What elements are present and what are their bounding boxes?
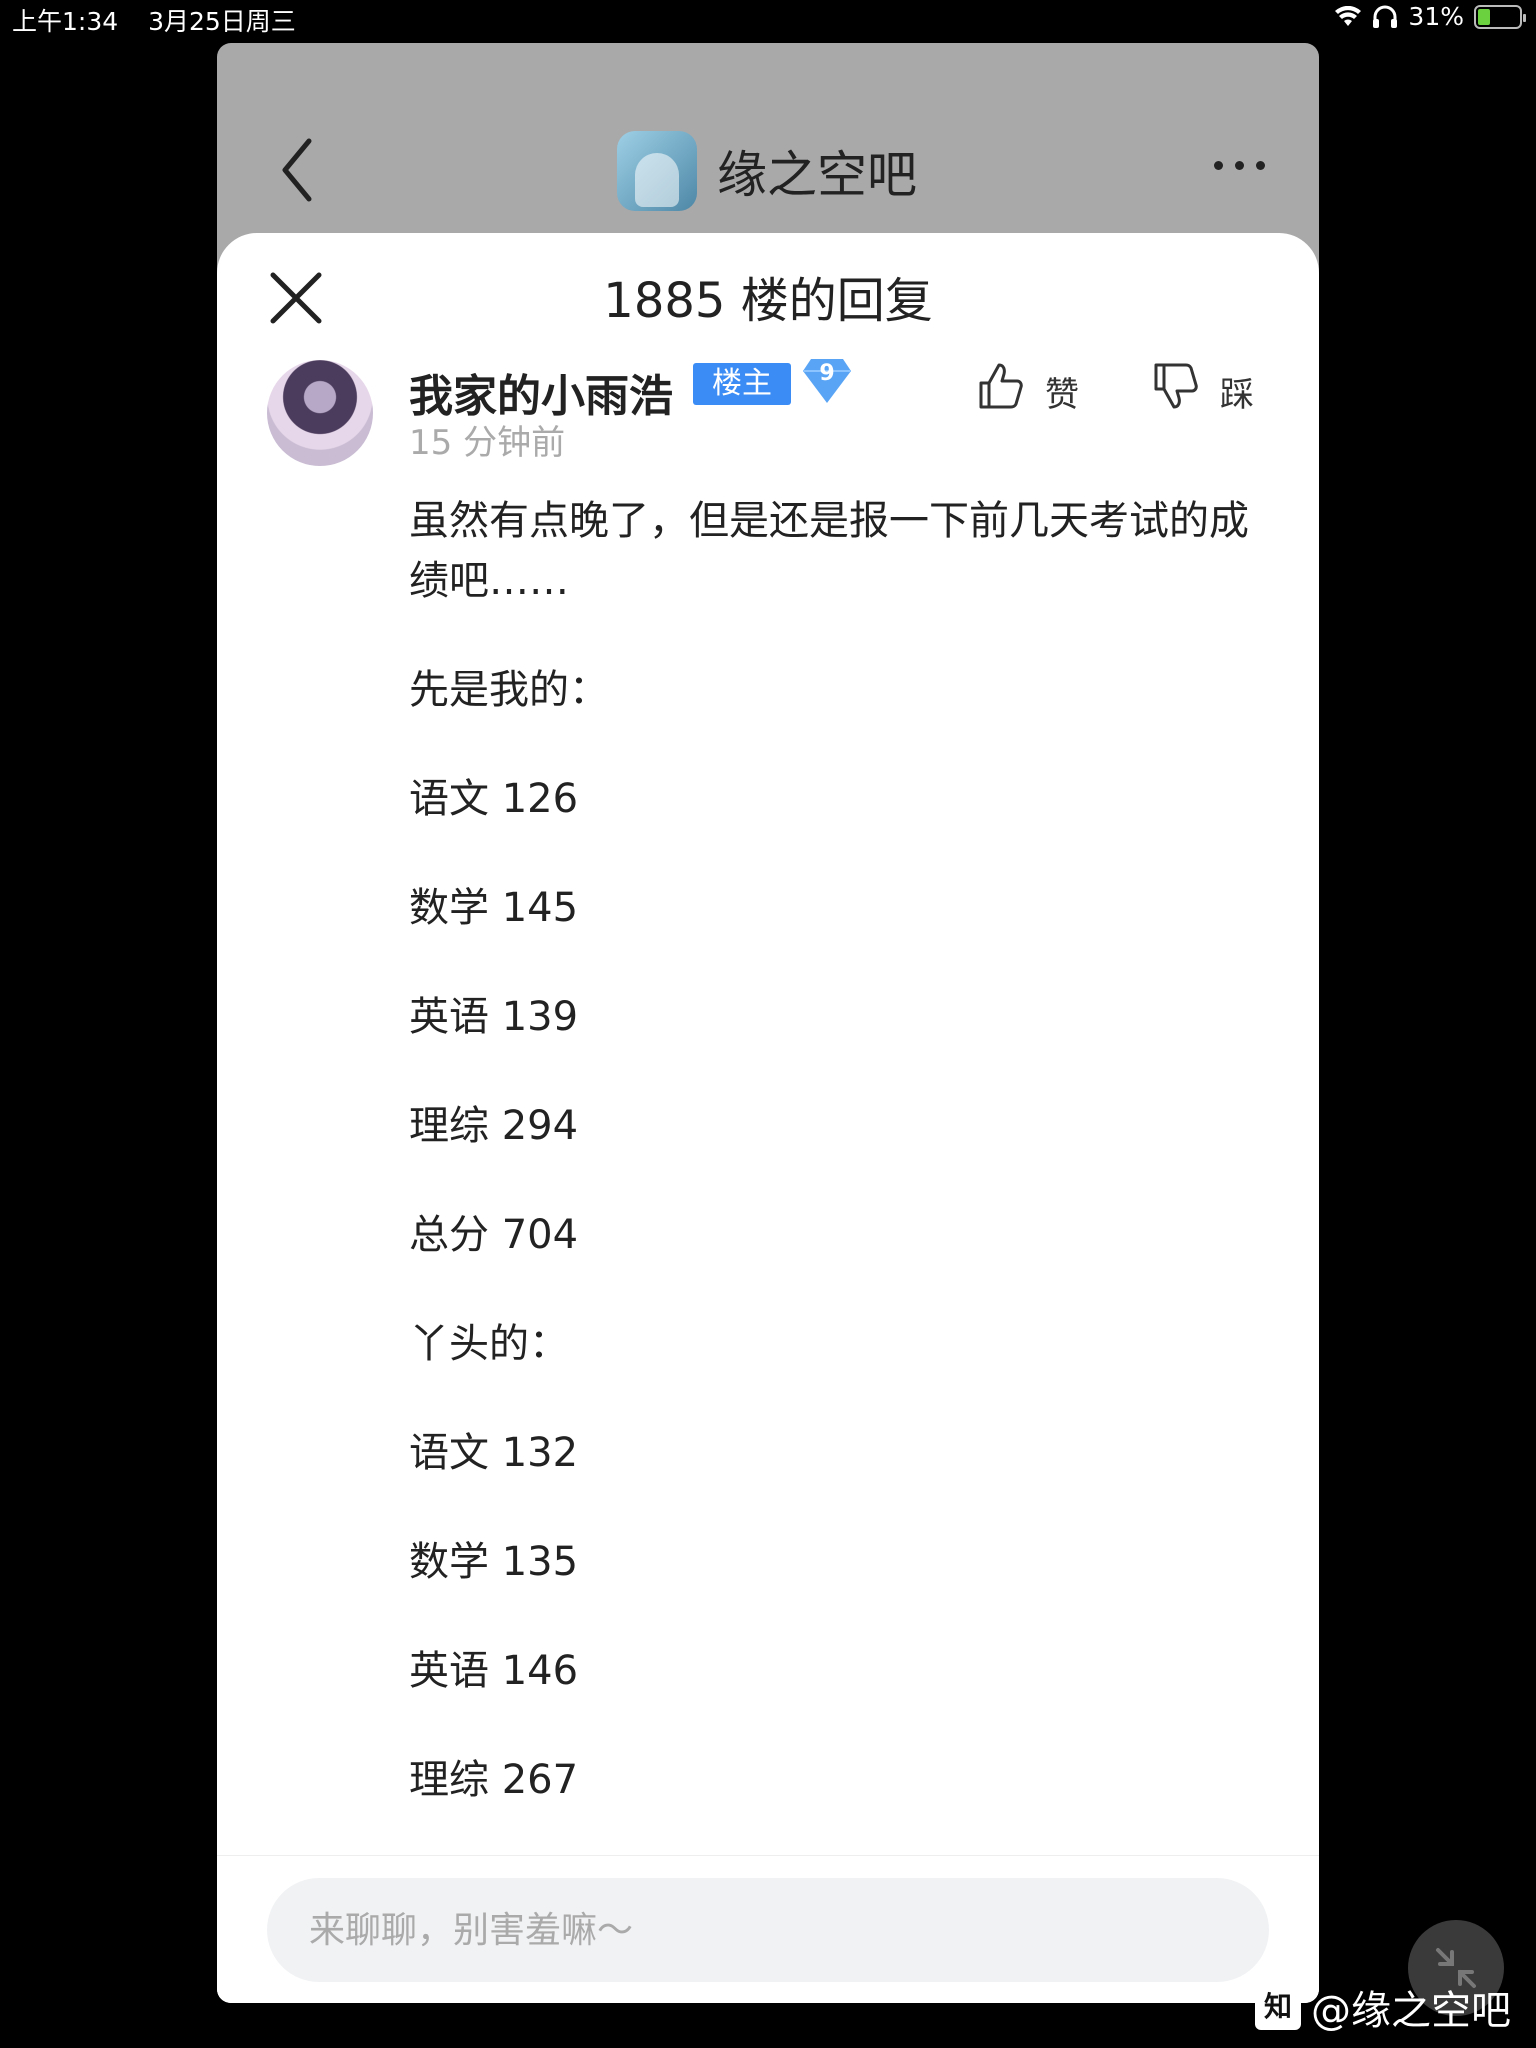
thumb-down-icon <box>1154 363 1198 408</box>
status-bar-right: 31% <box>1334 2 1526 31</box>
post-line: 英语 139 <box>409 994 579 1040</box>
post-line: 总分 704 <box>409 1212 579 1258</box>
post-line: 语文 132 <box>409 1430 579 1476</box>
level-number: 9 <box>819 361 835 386</box>
op-badge: 楼主 <box>693 363 791 405</box>
post-line: 先是我的： <box>409 667 609 713</box>
reply-input[interactable] <box>267 1878 1269 1982</box>
status-date: 3月25日周三 <box>148 7 296 36</box>
post-line: 虽然有点晚了，但是还是报一下前几天考试的成绩吧…… <box>409 498 1249 604</box>
like-label: 赞 <box>1045 375 1079 415</box>
battery-fill <box>1478 8 1490 25</box>
watermark: 知 @缘之空吧 <box>1255 1978 1511 2036</box>
sheet-title: 1885 楼的回复 <box>603 273 933 329</box>
top-nav: 缘之空吧 <box>217 43 1319 233</box>
battery-percent: 31% <box>1408 2 1464 31</box>
post-body: 虽然有点晚了，但是还是报一下前几天考试的成绩吧…… 先是我的： 语文 126 数… <box>409 491 1269 1859</box>
forum-title[interactable]: 缘之空吧 <box>717 135 917 207</box>
like-button[interactable]: 赞 <box>977 355 1079 416</box>
post-line: 理综 267 <box>409 1757 579 1803</box>
dislike-button[interactable]: 踩 <box>1152 355 1254 416</box>
watermark-text: @缘之空吧 <box>1311 1988 1511 2034</box>
status-bar-left: 上午1:34 3月25日周三 <box>12 2 318 38</box>
post-line: 语文 126 <box>409 776 579 822</box>
wifi-icon <box>1335 5 1362 26</box>
avatar[interactable] <box>267 360 373 466</box>
level-badge: 9 <box>801 357 853 405</box>
post-time: 15 分钟前 <box>409 423 566 463</box>
headphone-icon <box>1373 5 1398 28</box>
status-time: 上午1:34 <box>12 7 119 36</box>
thumb-up-icon <box>979 363 1023 408</box>
post-line: 丫头的： <box>409 1321 569 1367</box>
battery-icon <box>1474 4 1526 29</box>
forum-avatar[interactable] <box>617 131 697 211</box>
post-line: 英语 146 <box>409 1648 579 1694</box>
zhihu-logo: 知 <box>1255 1984 1301 2030</box>
more-icon[interactable] <box>1214 161 1265 170</box>
dislike-label: 踩 <box>1220 375 1254 415</box>
back-chevron-icon[interactable] <box>277 135 317 205</box>
reply-bar <box>217 1855 1319 2003</box>
reply-sheet: 1885 楼的回复 我家的小雨浩 楼主 9 15 分钟前 赞 踩 虽然有点晚了，… <box>217 233 1319 2003</box>
post-line: 数学 135 <box>409 1539 579 1585</box>
app-window: 缘之空吧 1885 楼的回复 我家的小雨浩 楼主 9 15 分钟前 赞 踩 虽然… <box>217 43 1319 2003</box>
post-line: 理综 294 <box>409 1103 579 1149</box>
post-line: 数学 145 <box>409 885 579 931</box>
